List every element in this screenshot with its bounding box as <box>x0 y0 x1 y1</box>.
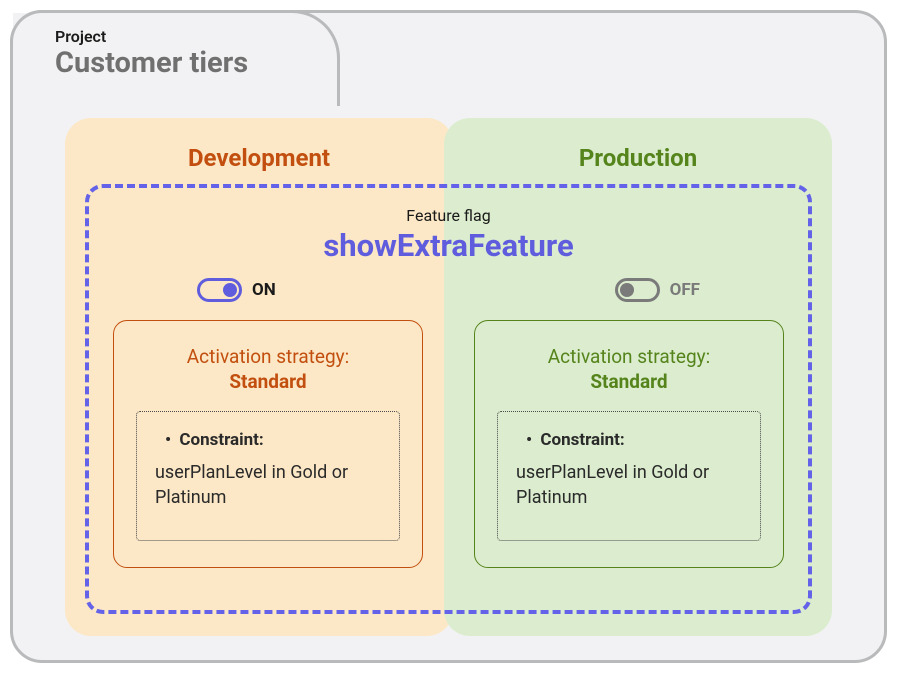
constraint-label-development: Constraint: <box>165 430 381 450</box>
toggle-label-production: OFF <box>670 280 700 300</box>
toggle-development[interactable]: ON <box>197 278 276 302</box>
constraint-text-production: userPlanLevel in Gold or Platinum <box>516 460 742 510</box>
environment-production-title: Production <box>444 144 832 172</box>
project-label: Project <box>55 27 337 46</box>
strategy-title-development: Activation strategy: <box>136 345 400 368</box>
constraint-text-development: userPlanLevel in Gold or Platinum <box>155 460 381 510</box>
strategy-box-development: Activation strategy: Standard Constraint… <box>113 320 423 568</box>
toggle-production[interactable]: OFF <box>615 278 700 302</box>
constraint-box-development: Constraint: userPlanLevel in Gold or Pla… <box>136 411 400 541</box>
project-tab: Project Customer tiers <box>10 10 340 106</box>
constraint-box-production: Constraint: userPlanLevel in Gold or Pla… <box>497 411 761 541</box>
strategy-value-production: Standard <box>497 370 761 393</box>
content-area: Development Production Feature flag show… <box>65 118 832 630</box>
toggle-switch-off-icon <box>615 278 660 302</box>
constraint-label-production: Constraint: <box>526 430 742 450</box>
toggle-label-development: ON <box>252 280 276 300</box>
strategy-title-production: Activation strategy: <box>497 345 761 368</box>
strategy-box-production: Activation strategy: Standard Constraint… <box>474 320 784 568</box>
project-name: Customer tiers <box>55 46 337 80</box>
environment-development-title: Development <box>65 144 453 172</box>
strategy-value-development: Standard <box>136 370 400 393</box>
project-container: Project Customer tiers Development Produ… <box>10 10 887 663</box>
toggle-switch-on-icon <box>197 278 242 302</box>
